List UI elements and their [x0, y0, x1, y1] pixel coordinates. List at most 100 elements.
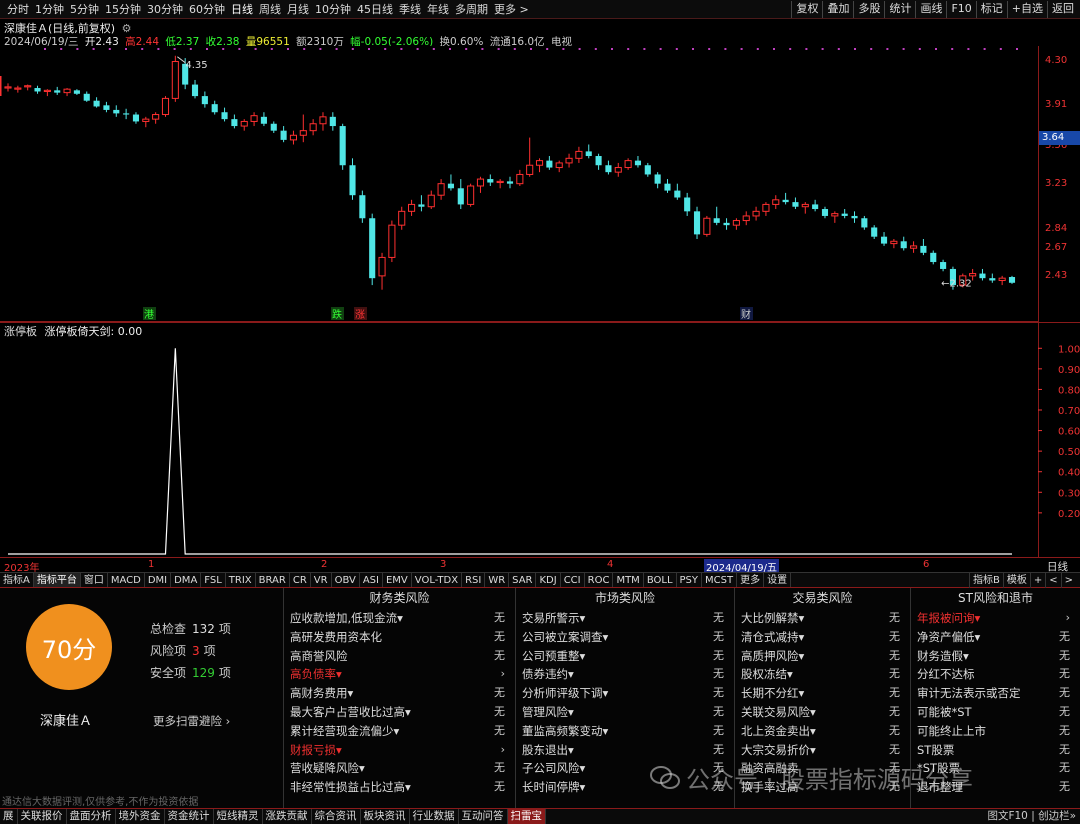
- period-tab[interactable]: 更多 >: [491, 2, 532, 17]
- risk-item[interactable]: 公司预重整▾ 无: [516, 647, 734, 666]
- risk-item[interactable]: 董监高频繁变动▾ 无: [516, 722, 734, 741]
- indicator-tab[interactable]: BRAR: [256, 573, 290, 587]
- risk-item[interactable]: 可能被*ST 无: [911, 703, 1080, 722]
- indicator-tab[interactable]: 窗口: [81, 573, 108, 587]
- indicator-tab[interactable]: OBV: [332, 573, 360, 587]
- risk-item[interactable]: 清仓式减持▾ 无: [735, 628, 910, 647]
- tool-button[interactable]: 返回: [1047, 1, 1078, 18]
- risk-item[interactable]: 净资产偏低▾ 无: [911, 628, 1080, 647]
- indicator-tab[interactable]: 指标平台: [33, 573, 81, 587]
- risk-item[interactable]: 审计无法表示或否定 无: [911, 684, 1080, 703]
- indicator-tab[interactable]: EMV: [383, 573, 412, 587]
- bottom-tab[interactable]: 行业数据: [410, 809, 459, 824]
- indicator-tab[interactable]: BOLL: [644, 573, 677, 587]
- candlestick-chart[interactable]: 4.35 ←2.32 港 跌 涨 财: [0, 46, 1080, 322]
- indicator-tab[interactable]: VR: [311, 573, 332, 587]
- indicator-tab[interactable]: CR: [290, 573, 311, 587]
- bottom-tab[interactable]: 短线精灵: [214, 809, 263, 824]
- indicator-chart[interactable]: 1.00 0.90 0.80 0.70 0.60 0.50 0.40 0.30 0.20: [0, 322, 1080, 557]
- indicator-tab[interactable]: KDJ: [536, 573, 561, 587]
- risk-item[interactable]: 分析师评级下调▾ 无: [516, 684, 734, 703]
- tool-button[interactable]: F10: [946, 1, 975, 18]
- indicator-tab[interactable]: SAR: [509, 573, 537, 587]
- risk-item[interactable]: 关联交易风险▾ 无: [735, 703, 910, 722]
- bottom-tab[interactable]: 互动问答: [459, 809, 508, 824]
- tool-button[interactable]: 统计: [884, 1, 915, 18]
- risk-item[interactable]: 交易所警示▾ 无: [516, 609, 734, 628]
- risk-item[interactable]: 大宗交易折价▾ 无: [735, 741, 910, 760]
- indicator-tab[interactable]: MCST: [702, 573, 738, 587]
- indicator-tab[interactable]: MTM: [613, 573, 644, 587]
- risk-item[interactable]: 股权冻结▾ 无: [735, 665, 910, 684]
- tool-button[interactable]: +自选: [1006, 1, 1047, 18]
- risk-item[interactable]: 累计经营现金流偏少▾ 无: [284, 722, 515, 741]
- indicator-tab-right[interactable]: >: [1060, 573, 1076, 588]
- indicator-tab[interactable]: 设置: [764, 573, 792, 587]
- risk-item[interactable]: 财务造假▾ 无: [911, 647, 1080, 666]
- f10-sidebar-toggle[interactable]: 图文F10 | 创边栏»: [987, 809, 1076, 824]
- indicator-tab[interactable]: FSL: [201, 573, 226, 587]
- tool-button[interactable]: 复权: [791, 1, 822, 18]
- risk-item[interactable]: 股东退出▾ 无: [516, 741, 734, 760]
- period-tab[interactable]: 分时: [4, 2, 32, 17]
- indicator-tab[interactable]: MACD: [108, 573, 145, 587]
- indicator-tab[interactable]: 更多: [737, 573, 765, 587]
- bottom-tab[interactable]: 境外资金: [116, 809, 165, 824]
- tool-button[interactable]: 叠加: [822, 1, 853, 18]
- risk-item[interactable]: 营收疑降风险▾ 无: [284, 759, 515, 778]
- risk-item[interactable]: 高商誉风险 无: [284, 647, 515, 666]
- bottom-tab[interactable]: 关联报价: [18, 809, 67, 824]
- period-tab[interactable]: 1分钟: [32, 2, 67, 17]
- risk-item[interactable]: 管理风险▾ 无: [516, 703, 734, 722]
- indicator-tab[interactable]: ASI: [360, 573, 383, 587]
- risk-item[interactable]: 年报被问询▾ ›: [911, 609, 1080, 628]
- risk-item[interactable]: 可能终止上市 无: [911, 722, 1080, 741]
- period-tab[interactable]: 5分钟: [67, 2, 102, 17]
- indicator-tab-right[interactable]: 模板: [1002, 573, 1030, 588]
- period-tab[interactable]: 10分钟: [312, 2, 354, 17]
- indicator-tab[interactable]: RSI: [462, 573, 486, 587]
- indicator-tab[interactable]: ROC: [585, 573, 614, 587]
- bottom-tab[interactable]: 板块资讯: [361, 809, 410, 824]
- bottom-tab[interactable]: 资金统计: [165, 809, 214, 824]
- bottom-tab[interactable]: 展: [0, 809, 18, 824]
- risk-item[interactable]: 高研发费用资本化 无: [284, 628, 515, 647]
- indicator-tab[interactable]: DMA: [171, 573, 202, 587]
- indicator-tab[interactable]: VOL-TDX: [412, 573, 463, 587]
- indicator-tab[interactable]: DMI: [145, 573, 172, 587]
- risk-item[interactable]: 北上资金卖出▾ 无: [735, 722, 910, 741]
- bottom-tab[interactable]: 盘面分析: [67, 809, 116, 824]
- tool-button[interactable]: 多股: [853, 1, 884, 18]
- risk-item[interactable]: 高负债率▾ ›: [284, 665, 515, 684]
- period-tab[interactable]: 30分钟: [144, 2, 186, 17]
- risk-item[interactable]: 公司被立案调查▾ 无: [516, 628, 734, 647]
- period-tab[interactable]: 季线: [396, 2, 424, 17]
- indicator-tab-right[interactable]: +: [1029, 573, 1045, 588]
- indicator-tab[interactable]: WR: [485, 573, 510, 587]
- period-tab[interactable]: 月线: [284, 2, 312, 17]
- bottom-tab[interactable]: 综合资讯: [312, 809, 361, 824]
- period-tab[interactable]: 60分钟: [186, 2, 228, 17]
- bottom-tab[interactable]: 涨跌贡献: [263, 809, 312, 824]
- period-tab[interactable]: 日线: [228, 2, 256, 17]
- risk-item[interactable]: 高质押风险▾ 无: [735, 647, 910, 666]
- risk-item[interactable]: 最大客户占营收比过高▾ 无: [284, 703, 515, 722]
- risk-item[interactable]: 分红不达标 无: [911, 665, 1080, 684]
- indicator-tab[interactable]: PSY: [677, 573, 703, 587]
- risk-item[interactable]: 非经常性损益占比过高▾ 无: [284, 778, 515, 797]
- tool-button[interactable]: 画线: [915, 1, 946, 18]
- bottom-tab[interactable]: 扫雷宝: [507, 809, 546, 824]
- risk-item[interactable]: 大比例解禁▾ 无: [735, 609, 910, 628]
- period-tab[interactable]: 周线: [256, 2, 284, 17]
- period-tab[interactable]: 45日线: [354, 2, 396, 17]
- period-tab[interactable]: 多周期: [452, 2, 491, 17]
- period-tab[interactable]: 15分钟: [102, 2, 144, 17]
- indicator-tab-right[interactable]: 指标B: [968, 573, 1003, 588]
- risk-item[interactable]: 长期不分红▾ 无: [735, 684, 910, 703]
- indicator-name[interactable]: 涨停板: [4, 325, 37, 338]
- more-scan-link[interactable]: 更多扫雷避险 ›: [153, 713, 230, 729]
- indicator-tab[interactable]: CCI: [561, 573, 585, 587]
- risk-item[interactable]: ST股票 无: [911, 741, 1080, 760]
- risk-item[interactable]: 债券违约▾ 无: [516, 665, 734, 684]
- indicator-tab[interactable]: 指标A: [0, 573, 34, 587]
